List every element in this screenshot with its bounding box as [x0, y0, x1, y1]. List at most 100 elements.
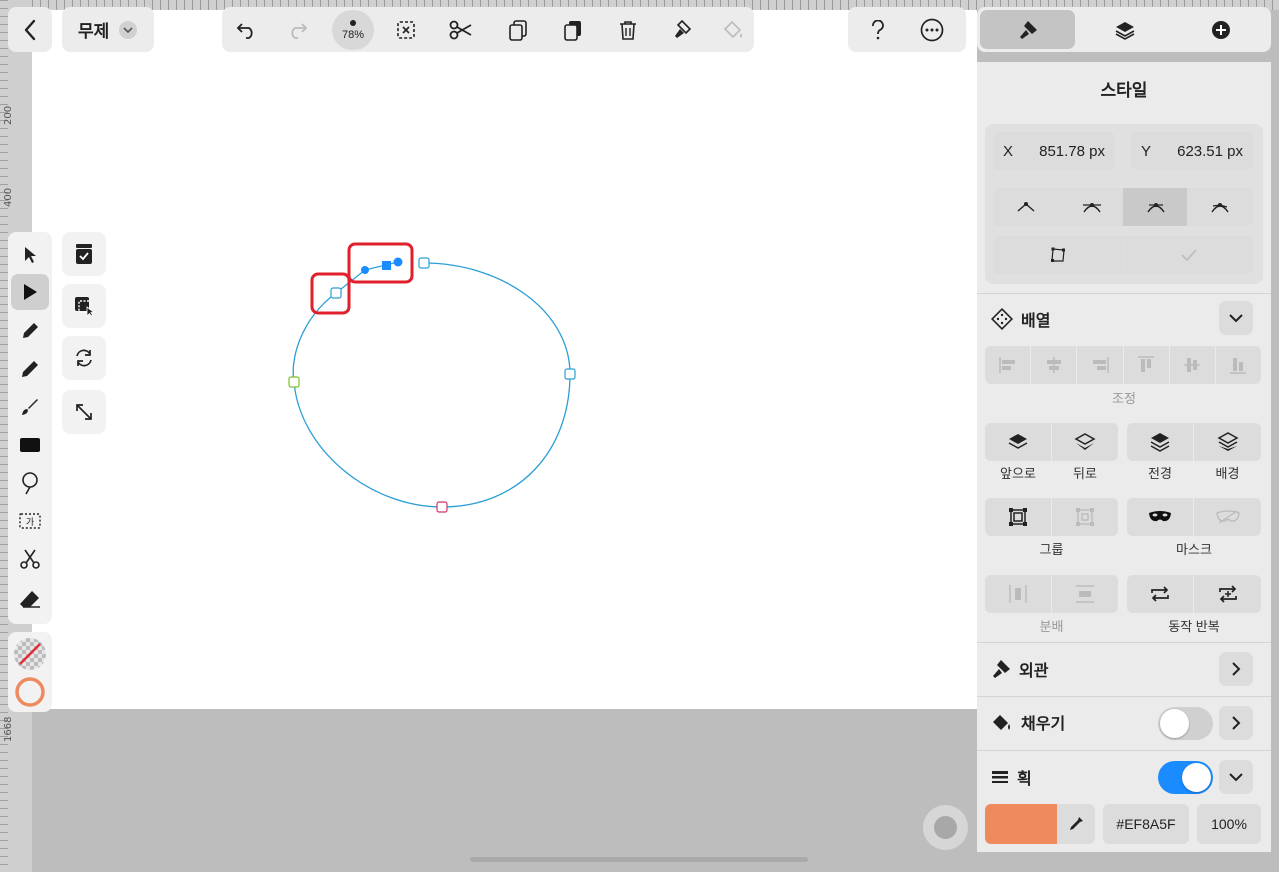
node-type-disconnected[interactable]: [1187, 188, 1253, 226]
distribute-horizontal-button[interactable]: [985, 575, 1051, 613]
paste-button[interactable]: [556, 13, 590, 47]
node-asymmetric-icon: [1145, 201, 1167, 213]
redo-icon: [286, 21, 308, 39]
align-bottom-button[interactable]: [1215, 346, 1262, 384]
copy-button[interactable]: [501, 13, 535, 47]
tool-palette: 가: [8, 232, 52, 624]
mask-button[interactable]: [1127, 498, 1193, 536]
distribute-vertical-button[interactable]: [1052, 575, 1118, 613]
bring-forward-icon: [1007, 432, 1029, 452]
style-brush-icon: [991, 659, 1011, 679]
unmask-button[interactable]: [1194, 498, 1261, 536]
undo-button[interactable]: [230, 13, 264, 47]
pen-tool[interactable]: [13, 314, 47, 348]
ruler-label: 400: [3, 187, 14, 207]
tab-layers[interactable]: [1077, 10, 1172, 49]
appearance-title: 외관: [1019, 663, 1049, 680]
text-tool[interactable]: 가: [13, 504, 47, 538]
stroke-title: 획: [1017, 771, 1032, 788]
ungroup-button[interactable]: [1052, 498, 1118, 536]
selection-tool[interactable]: [13, 238, 47, 272]
repeat-transform-button[interactable]: [1194, 575, 1261, 613]
align-middle-button[interactable]: [1169, 346, 1215, 384]
help-button[interactable]: [861, 13, 895, 47]
quick-action-button[interactable]: [923, 805, 968, 850]
distribute-horizontal-icon: [1008, 584, 1028, 604]
appearance-expand-button[interactable]: [1219, 652, 1253, 686]
tab-style[interactable]: [980, 10, 1075, 49]
confirm-button[interactable]: [1124, 236, 1253, 274]
chevron-left-icon: [23, 19, 37, 41]
pencil-tool[interactable]: [13, 352, 47, 386]
paste-style-button[interactable]: [716, 13, 750, 47]
node-type-sharp[interactable]: [993, 188, 1059, 226]
arrange-section-header[interactable]: 배열: [991, 305, 1050, 333]
fill-toggle[interactable]: [1158, 707, 1213, 740]
bring-to-front-button[interactable]: [1127, 423, 1193, 461]
align-middle-icon: [1183, 355, 1201, 375]
copy-style-button[interactable]: [665, 13, 699, 47]
appearance-section-header[interactable]: 외관: [991, 655, 1048, 683]
no-fill-icon: [14, 638, 46, 670]
group-button[interactable]: [985, 498, 1051, 536]
convert-to-corner-button[interactable]: [993, 236, 1123, 274]
send-to-back-button[interactable]: [1194, 423, 1261, 461]
redo-button[interactable]: [280, 13, 314, 47]
direct-selection-tool[interactable]: [11, 274, 49, 310]
arrange-collapse-button[interactable]: [1219, 301, 1253, 335]
zoom-indicator[interactable]: 78%: [332, 10, 374, 50]
repeat-action-button[interactable]: [1127, 575, 1193, 613]
fill-color-well[interactable]: [14, 638, 46, 670]
context-tool-3[interactable]: [62, 336, 106, 380]
fill-tool[interactable]: [13, 466, 47, 500]
align-right-button[interactable]: [1077, 346, 1123, 384]
stroke-opacity-value: 100%: [1211, 816, 1247, 832]
delete-button[interactable]: [611, 13, 645, 47]
eyedropper-button[interactable]: [1057, 804, 1095, 844]
stroke-toggle[interactable]: [1158, 761, 1213, 794]
document-title: 무제: [78, 22, 110, 41]
mask-icon: [1148, 510, 1172, 524]
shape-tool[interactable]: [13, 428, 47, 462]
node-type-mirror[interactable]: [1059, 188, 1125, 226]
context-tool-4[interactable]: [62, 390, 106, 434]
node-type-asymmetric[interactable]: [1123, 188, 1189, 226]
stroke-hex-field[interactable]: #EF8A5F: [1103, 804, 1189, 844]
align-center-h-button[interactable]: [1031, 346, 1077, 384]
align-top-button[interactable]: [1123, 346, 1169, 384]
stroke-collapse-button[interactable]: [1219, 760, 1253, 794]
context-tool-2[interactable]: [62, 284, 106, 328]
select-all-icon: [74, 243, 94, 265]
stroke-ring-icon: [14, 676, 46, 708]
send-backward-button[interactable]: [1052, 423, 1118, 461]
more-button[interactable]: [915, 13, 949, 47]
bring-forward-button[interactable]: [985, 423, 1051, 461]
tab-add[interactable]: [1173, 10, 1268, 49]
back-button[interactable]: [8, 7, 52, 52]
stroke-opacity-field[interactable]: 100%: [1197, 804, 1261, 844]
eraser-tool[interactable]: [13, 582, 47, 616]
x-field[interactable]: X 851.78 px: [993, 132, 1115, 170]
pencil-icon: [20, 359, 40, 379]
eraser-icon: [19, 589, 41, 609]
stroke-color-well[interactable]: [14, 676, 46, 708]
y-label: Y: [1141, 142, 1152, 160]
align-left-button[interactable]: [985, 346, 1031, 384]
scissors-tool[interactable]: [13, 542, 47, 576]
send-to-back-label: 배경: [1215, 466, 1240, 481]
document-title-button[interactable]: 무제: [62, 7, 154, 52]
cut-button[interactable]: [444, 13, 478, 47]
x-label: X: [1003, 142, 1014, 160]
align-left-icon: [998, 356, 1018, 374]
deselect-button[interactable]: [389, 13, 423, 47]
y-field[interactable]: Y 623.51 px: [1131, 132, 1253, 170]
brush-tool[interactable]: [13, 390, 47, 424]
copy-icon: [508, 19, 528, 41]
checkmark-icon: [1180, 248, 1198, 262]
fill-expand-button[interactable]: [1219, 706, 1253, 740]
stroke-color-swatch[interactable]: [985, 804, 1057, 844]
bring-forward-label: 앞으로: [1000, 466, 1036, 481]
drawing-canvas[interactable]: [32, 10, 977, 709]
context-tool-1[interactable]: [62, 232, 106, 276]
adjust-label: 조정: [1112, 391, 1136, 406]
